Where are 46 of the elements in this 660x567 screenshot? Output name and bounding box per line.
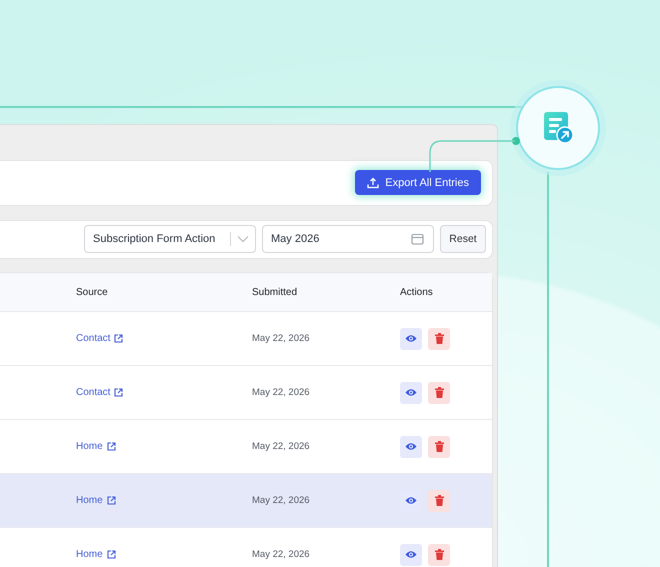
column-header: Source xyxy=(76,286,109,298)
source-link[interactable]: Home xyxy=(76,549,252,560)
view-button[interactable] xyxy=(400,436,422,458)
external-link-icon xyxy=(106,442,116,451)
delete-button[interactable] xyxy=(428,382,450,404)
table-cell-text: May 22, 2026 xyxy=(252,549,311,560)
source-link[interactable]: Contact xyxy=(76,387,252,398)
external-link-icon xyxy=(106,550,116,559)
delete-button[interactable] xyxy=(428,544,450,566)
connector-dot xyxy=(512,137,520,145)
table-cell-text: May 22, 2026 xyxy=(252,333,311,344)
table-cell-text: May 22, 2026 xyxy=(252,441,311,452)
source-link[interactable]: Home xyxy=(76,495,252,506)
source-link[interactable]: Home xyxy=(76,441,252,452)
eye-icon xyxy=(405,496,417,505)
eye-icon xyxy=(405,388,417,397)
chevron-down-icon xyxy=(237,235,249,244)
eye-icon xyxy=(405,442,417,451)
view-button[interactable] xyxy=(400,382,422,404)
delete-button[interactable] xyxy=(428,490,450,512)
delete-button[interactable] xyxy=(428,436,450,458)
reset-button[interactable]: Reset xyxy=(440,225,486,254)
eye-icon xyxy=(405,334,417,343)
form-select[interactable]: Subscription Form Action xyxy=(84,225,256,254)
trash-icon xyxy=(434,549,444,560)
source-link[interactable]: Contact xyxy=(76,333,252,344)
table-cell-text: May 22, 2026 xyxy=(252,387,311,398)
calendar-icon xyxy=(411,233,424,246)
table-cell-text: May 22, 2026 xyxy=(252,495,311,506)
external-link-icon xyxy=(114,388,124,397)
view-button[interactable] xyxy=(400,544,422,566)
delete-button[interactable] xyxy=(428,328,450,350)
column-header: Actions xyxy=(400,286,434,298)
export-button[interactable]: Export All Entries xyxy=(355,170,481,196)
export-badge-icon xyxy=(516,86,600,170)
column-header: Submitted xyxy=(252,286,298,298)
view-button[interactable] xyxy=(400,328,422,350)
external-link-icon xyxy=(114,334,124,343)
trash-icon xyxy=(434,441,444,452)
trash-icon xyxy=(434,333,444,344)
date-field[interactable]: May 2026 xyxy=(262,225,434,254)
trash-icon xyxy=(434,495,444,506)
trash-icon xyxy=(434,387,444,398)
eye-icon xyxy=(405,550,417,559)
external-link-icon xyxy=(106,496,116,505)
upload-icon xyxy=(367,176,380,189)
